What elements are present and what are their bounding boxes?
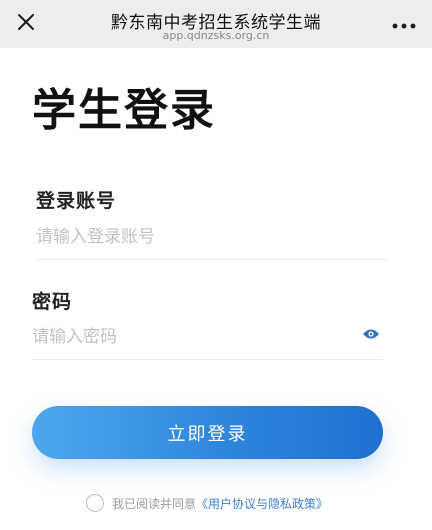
agreement-link[interactable]: 《用户协议与隐私政策》	[196, 495, 328, 512]
login-button[interactable]: 立即登录	[32, 406, 383, 459]
more-button[interactable]	[386, 6, 422, 42]
account-input[interactable]	[36, 224, 386, 250]
password-input[interactable]	[32, 324, 352, 350]
agreement-text: 我已阅读并同意	[112, 496, 197, 511]
page-url: app.qdnzsks.org.cn	[162, 29, 270, 42]
agreement-checkbox[interactable]	[86, 494, 104, 512]
password-divider	[32, 359, 383, 360]
account-divider	[36, 259, 387, 260]
close-button[interactable]	[8, 6, 44, 42]
top-bar: 黔东南中考招生系统学生端 app.qdnzsks.org.cn	[0, 0, 432, 48]
agreement-row: 我已阅读并同意 《用户协议与隐私政策》	[86, 492, 328, 514]
page-title: 学生登录	[32, 85, 216, 136]
password-visibility-toggle[interactable]	[361, 325, 381, 343]
more-dots-icon	[392, 15, 416, 34]
password-label: 密码	[32, 291, 73, 313]
close-icon	[16, 12, 36, 36]
account-label: 登录账号	[36, 190, 117, 212]
eye-icon	[362, 325, 380, 344]
